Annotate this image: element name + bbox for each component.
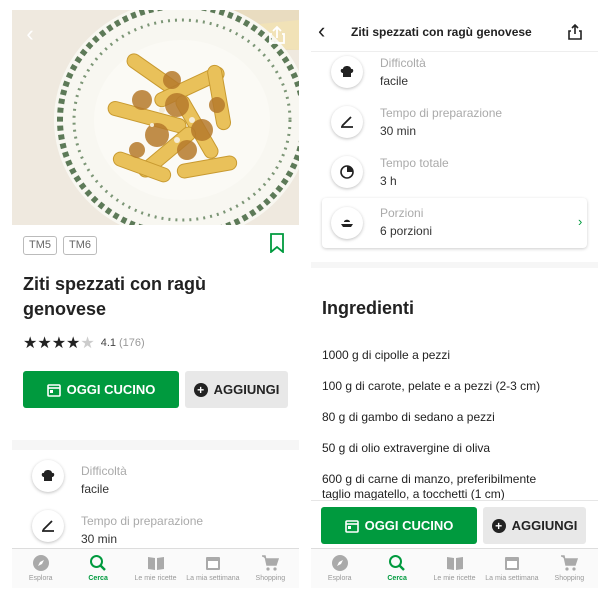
pasta-plate-image [12, 10, 299, 225]
recipe-detail-screen: ‹ Ziti spezzati con ragù genovese Diffic… [311, 10, 598, 588]
book-icon [446, 557, 463, 570]
ingredients-list: 1000 g di cipolle a pezzi 100 g di carot… [322, 348, 592, 518]
nav-item-shopping[interactable]: Shopping [242, 549, 299, 588]
top-bar: ‹ Ziti spezzati con ragù genovese [311, 10, 598, 52]
plus-icon: + [491, 518, 506, 533]
ingredients-title: Ingredienti [322, 298, 415, 318]
nav-item-la-mia-settimana[interactable]: La mia settimana [483, 549, 540, 588]
portions-value: 6 porzioni [380, 224, 433, 238]
recipe-photo: ‹ [12, 10, 299, 225]
back-icon[interactable]: ‹ [318, 19, 325, 43]
nav-item-esplora[interactable]: Esplora [12, 549, 69, 588]
device-tags: TM5 TM6 [23, 236, 97, 255]
knife-icon [331, 106, 363, 138]
cook-today-button[interactable]: OGGI CUCINO [321, 507, 477, 544]
recipe-header: TM5 TM6 Ziti spezzati con ragù genovese … [12, 225, 299, 440]
plus-icon: + [193, 382, 208, 397]
bottom-navigation: Esplora Cerca Le mie ricette La mia sett… [311, 548, 598, 588]
recipe-overview-screen: ‹ TM5 TM6 Ziti spezzati con ragù genoves… [12, 10, 299, 588]
portions-label: Porzioni [380, 206, 424, 220]
portions-card[interactable]: Porzioni 6 porzioni › [322, 198, 587, 248]
nav-item-la-mia-settimana[interactable]: La mia settimana [184, 549, 241, 588]
page-title: Ziti spezzati con ragù genovese [351, 25, 532, 39]
cook-today-label: OGGI CUCINO [66, 382, 156, 397]
chef-hat-icon [331, 56, 363, 88]
info-row-difficulty: Difficoltà facile [12, 450, 299, 500]
add-label: AGGIUNGI [511, 518, 578, 533]
nav-item-le-mie-ricette[interactable]: Le mie ricette [127, 549, 184, 588]
compass-icon [331, 555, 348, 571]
share-icon[interactable] [266, 24, 288, 46]
book-icon [147, 557, 164, 570]
nav-item-shopping[interactable]: Shopping [541, 549, 598, 588]
calendar-icon [205, 557, 220, 570]
rating: ★★★★★ 4.1 (176) [23, 333, 145, 353]
prep-time-label: Tempo di preparazione [81, 514, 204, 528]
prep-time-value: 30 min [81, 532, 118, 546]
prep-time-label: Tempo di preparazione [380, 106, 503, 120]
nav-item-esplora[interactable]: Esplora [311, 549, 368, 588]
calendar-icon [344, 519, 359, 533]
difficulty-label: Difficoltà [81, 464, 127, 478]
star-rating-icon: ★★★★★ [23, 335, 95, 352]
action-bar: OGGI CUCINO + AGGIUNGI [311, 500, 598, 548]
nav-item-cerca[interactable]: Cerca [69, 549, 126, 588]
cook-today-button[interactable]: OGGI CUCINO [23, 371, 179, 408]
ingredient-item: 50 g di olio extravergine di oliva [322, 441, 491, 455]
add-label: AGGIUNGI [213, 382, 280, 397]
calendar-icon [46, 383, 61, 397]
back-icon[interactable]: ‹ [18, 22, 42, 46]
tag-tm6: TM6 [63, 236, 97, 255]
difficulty-label: Difficoltà [380, 56, 426, 70]
ingredient-item: 80 g di gambo di sedano a pezzi [322, 410, 495, 424]
rating-value: 4.1 [100, 337, 117, 349]
search-icon [90, 555, 106, 571]
recipe-info-list: Difficoltà facile Tempo di preparazione … [311, 52, 598, 262]
add-button[interactable]: + AGGIUNGI [483, 507, 586, 544]
prep-time-value: 30 min [380, 124, 417, 138]
tag-tm5: TM5 [23, 236, 57, 255]
ingredient-item: 600 g di carne di manzo, preferibilmente [322, 472, 537, 486]
cart-icon [561, 555, 579, 571]
calendar-icon [504, 557, 519, 570]
dish-icon [331, 207, 363, 239]
cook-today-label: OGGI CUCINO [364, 518, 454, 533]
nav-item-cerca[interactable]: Cerca [368, 549, 425, 588]
difficulty-value: facile [380, 74, 409, 88]
cart-icon [262, 555, 280, 571]
chevron-right-icon: › [578, 214, 583, 229]
rating-count: (176) [119, 337, 145, 349]
share-icon[interactable] [566, 23, 584, 41]
bottom-navigation: Esplora Cerca Le mie ricette La mia sett… [12, 548, 299, 588]
difficulty-value: facile [81, 482, 110, 496]
bookmark-icon[interactable] [269, 233, 285, 253]
ingredients-section: Ingredienti 1000 g di cipolle a pezzi 10… [311, 268, 598, 508]
chef-hat-icon [32, 460, 64, 492]
nav-item-le-mie-ricette[interactable]: Le mie ricette [426, 549, 483, 588]
ingredient-item: 100 g di carote, pelate e a pezzi (2-3 c… [322, 379, 541, 393]
compass-icon [32, 555, 49, 571]
total-time-value: 3 h [380, 174, 397, 188]
info-row-prep-time: Tempo di preparazione 30 min [12, 500, 299, 550]
add-button[interactable]: + AGGIUNGI [185, 371, 288, 408]
timer-icon [331, 156, 363, 188]
recipe-title: Ziti spezzati con ragù genovese [23, 274, 207, 319]
recipe-info-list: Difficoltà facile Tempo di preparazione … [12, 450, 299, 550]
ingredient-item: 1000 g di cipolle a pezzi [322, 348, 451, 362]
total-time-label: Tempo totale [380, 156, 449, 170]
knife-icon [32, 510, 64, 542]
search-icon [389, 555, 405, 571]
